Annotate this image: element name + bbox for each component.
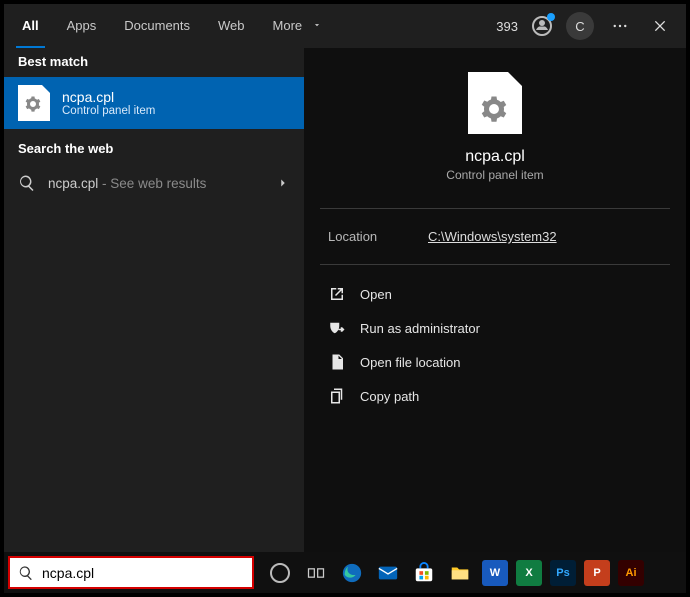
results-pane: Best match ncpa.cpl Control panel item S… [4,48,304,552]
close-button[interactable] [646,12,674,40]
cortana-ring-icon [270,563,290,583]
location-row: Location C:\Windows\system32 [304,217,686,256]
tab-all[interactable]: All [8,4,53,48]
app-explorer[interactable] [446,559,474,587]
chevron-right-icon [276,176,290,190]
action-copy-path[interactable]: Copy path [316,379,674,413]
action-run-admin[interactable]: Run as administrator [316,311,674,345]
app-excel[interactable]: X [516,560,542,586]
best-match-text: ncpa.cpl Control panel item [62,89,155,117]
divider [320,208,670,209]
preview-filename: ncpa.cpl [465,148,525,166]
best-match-label: Best match [4,48,304,77]
header-tabs: All Apps Documents Web More [4,4,336,48]
cpl-file-icon [18,85,50,121]
tab-more-label: More [273,18,303,33]
web-result-text: ncpa.cpl - See web results [48,176,276,191]
app-word[interactable]: W [482,560,508,586]
action-open-location-label: Open file location [360,355,460,370]
app-mail[interactable] [374,559,402,587]
app-powerpoint[interactable]: P [584,560,610,586]
action-list: Open Run as administrator Open file loca… [304,273,686,417]
search-icon [18,174,36,192]
app-photoshop[interactable]: Ps [550,560,576,586]
app-edge[interactable] [338,559,366,587]
search-icon [18,565,34,581]
rewards-icon[interactable] [530,14,554,38]
search-web-label: Search the web [4,129,304,164]
tab-web[interactable]: Web [204,4,259,48]
preview-filetype: Control panel item [446,168,543,182]
rewards-points: 393 [496,19,518,34]
best-match-name: ncpa.cpl [62,89,155,105]
notification-dot-icon [547,13,555,21]
app-illustrator[interactable]: Ai [618,560,644,586]
best-match-sub: Control panel item [62,105,155,117]
taskbar: W X Ps P Ai [4,552,686,593]
divider [320,264,670,265]
web-result-suffix: - See web results [98,176,206,191]
tab-more[interactable]: More [259,4,336,48]
app-store[interactable] [410,559,438,587]
chevron-down-icon [312,4,322,14]
tab-apps[interactable]: Apps [53,4,111,48]
search-panel: All Apps Documents Web More 393 C [4,4,686,552]
header-right: 393 C [496,12,686,40]
header-row: All Apps Documents Web More 393 C [4,4,686,48]
preview-pane: ncpa.cpl Control panel item Location C:\… [304,48,686,552]
taskbar-search-input[interactable] [42,565,244,581]
user-avatar[interactable]: C [566,12,594,40]
cortana-button[interactable] [266,559,294,587]
tab-documents[interactable]: Documents [110,4,204,48]
location-value[interactable]: C:\Windows\system32 [428,229,557,244]
web-result-item[interactable]: ncpa.cpl - See web results [4,164,304,202]
preview-header: ncpa.cpl Control panel item [304,58,686,200]
open-icon [328,285,346,303]
action-open-location[interactable]: Open file location [316,345,674,379]
location-label: Location [328,229,428,244]
action-run-admin-label: Run as administrator [360,321,480,336]
action-open[interactable]: Open [316,277,674,311]
body: Best match ncpa.cpl Control panel item S… [4,48,686,552]
action-open-label: Open [360,287,392,302]
web-result-name: ncpa.cpl [48,176,98,191]
copy-icon [328,387,346,405]
options-button[interactable] [606,12,634,40]
shield-icon [328,319,346,337]
folder-icon [328,353,346,371]
task-view-button[interactable] [302,559,330,587]
taskbar-search[interactable] [8,556,254,589]
cpl-file-icon-large [468,72,522,134]
action-copy-path-label: Copy path [360,389,419,404]
best-match-item[interactable]: ncpa.cpl Control panel item [4,77,304,129]
